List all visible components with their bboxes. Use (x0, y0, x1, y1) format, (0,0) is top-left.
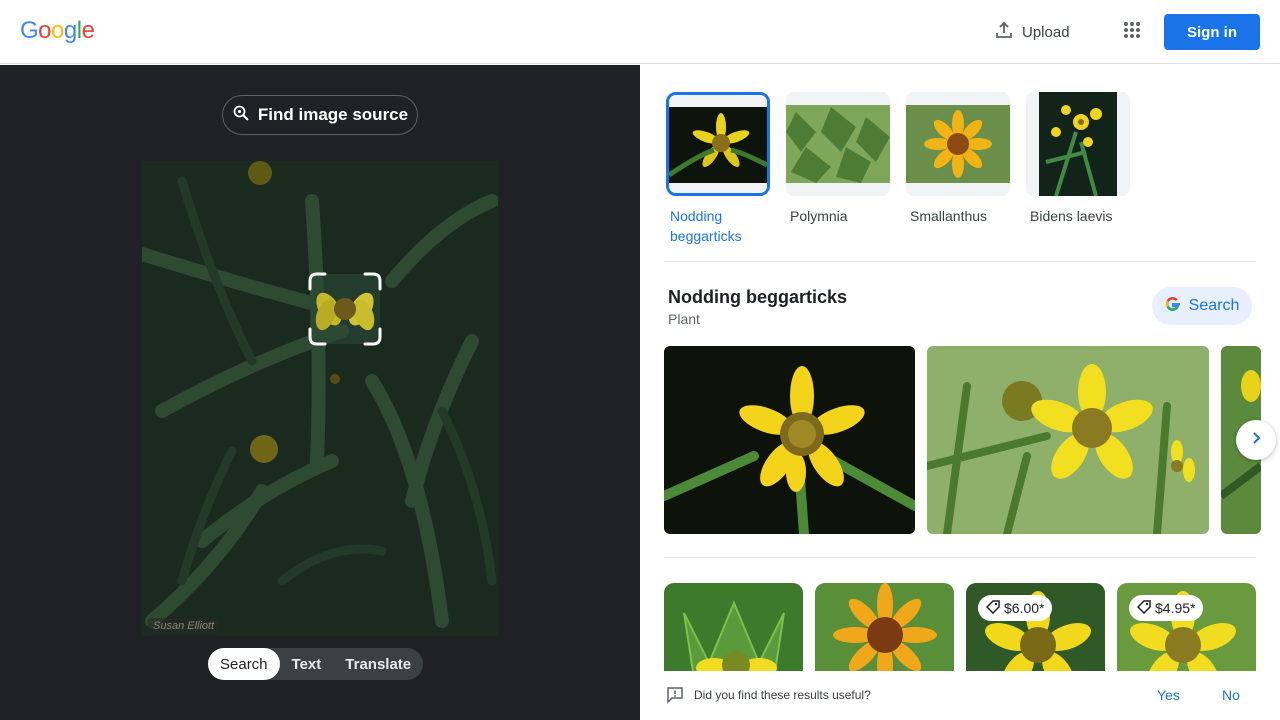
feedback-question: Did you find these results useful? (694, 688, 871, 702)
feedback-icon (666, 686, 684, 709)
price-label: $6.00* (1004, 600, 1045, 616)
google-logo[interactable]: Google (20, 17, 95, 45)
upload-button[interactable]: Upload (986, 16, 1078, 48)
logo-letter: g (63, 17, 77, 44)
match-thumbnail (786, 92, 890, 196)
feedback-yes-button[interactable]: Yes (1157, 687, 1180, 703)
photo-credit: Susan Elliott (148, 618, 220, 634)
apps-grid-icon (1123, 21, 1141, 44)
tag-icon (1136, 599, 1151, 617)
sign-in-button[interactable]: Sign in (1164, 14, 1260, 50)
result-thumbnail[interactable] (815, 583, 954, 683)
tab-search[interactable]: Search (208, 648, 280, 680)
logo-letter: G (20, 17, 39, 44)
entity-title: Nodding beggarticks (668, 287, 848, 307)
apps-button[interactable] (1116, 16, 1148, 48)
tab-translate[interactable]: Translate (333, 648, 423, 680)
top-bar: Google Upload Sign in (0, 0, 1280, 64)
find-image-source-label: Find image source (257, 105, 409, 124)
google-g-icon (1165, 296, 1181, 317)
query-image-panel: Find image source Susan Elliott Search T… (0, 65, 640, 720)
match-label: Bidens laevis (1030, 208, 1113, 224)
lens-search-icon (232, 104, 250, 127)
logo-letter: o (38, 17, 52, 44)
divider (664, 261, 1256, 262)
result-thumbnail[interactable]: $6.00* (966, 583, 1105, 683)
find-image-source-button[interactable]: Find image source (222, 95, 418, 135)
entity-search-label: Search (1188, 297, 1240, 314)
next-images-button[interactable] (1236, 420, 1276, 460)
match-bidens-laevis[interactable]: Bidens laevis (1026, 92, 1130, 226)
entity-image[interactable] (664, 346, 915, 534)
lens-mode-tabs: Search Text Translate (208, 648, 424, 680)
price-tag: $4.95* (1129, 595, 1204, 621)
tab-text[interactable]: Text (280, 648, 334, 680)
feedback-bar: Did you find these results useful? Yes N… (640, 671, 1280, 720)
upload-icon (994, 20, 1014, 44)
match-label: Polymnia (790, 208, 848, 224)
tag-icon (985, 599, 1000, 617)
match-nodding-beggarticks[interactable]: Nodding beggarticks (666, 92, 770, 246)
entity-search-button[interactable]: Search (1152, 287, 1252, 325)
entity-image[interactable] (927, 346, 1209, 534)
match-thumbnail (666, 92, 770, 196)
match-label: Nodding beggarticks (670, 208, 742, 244)
feedback-no-button[interactable]: No (1222, 687, 1240, 703)
result-thumbnail[interactable] (664, 583, 803, 683)
match-label: Smallanthus (910, 208, 988, 224)
results-panel: Nodding beggarticks Polymnia Smallanthus… (640, 65, 1280, 720)
match-smallanthus[interactable]: Smallanthus (906, 92, 1010, 226)
match-polymnia[interactable]: Polymnia (786, 92, 890, 226)
price-tag: $6.00* (978, 595, 1053, 621)
match-thumbnail (906, 92, 1010, 196)
price-label: $4.95* (1155, 600, 1196, 616)
query-image[interactable]: Susan Elliott (142, 161, 498, 636)
match-thumbnail (1026, 92, 1130, 196)
chevron-right-icon (1249, 431, 1263, 450)
upload-label: Upload (1022, 23, 1070, 41)
divider (664, 557, 1256, 558)
logo-letter: e (81, 17, 95, 44)
logo-letter: o (51, 17, 64, 44)
result-thumbnail[interactable]: $4.95* (1117, 583, 1256, 683)
entity-subtitle: Plant (668, 311, 700, 327)
